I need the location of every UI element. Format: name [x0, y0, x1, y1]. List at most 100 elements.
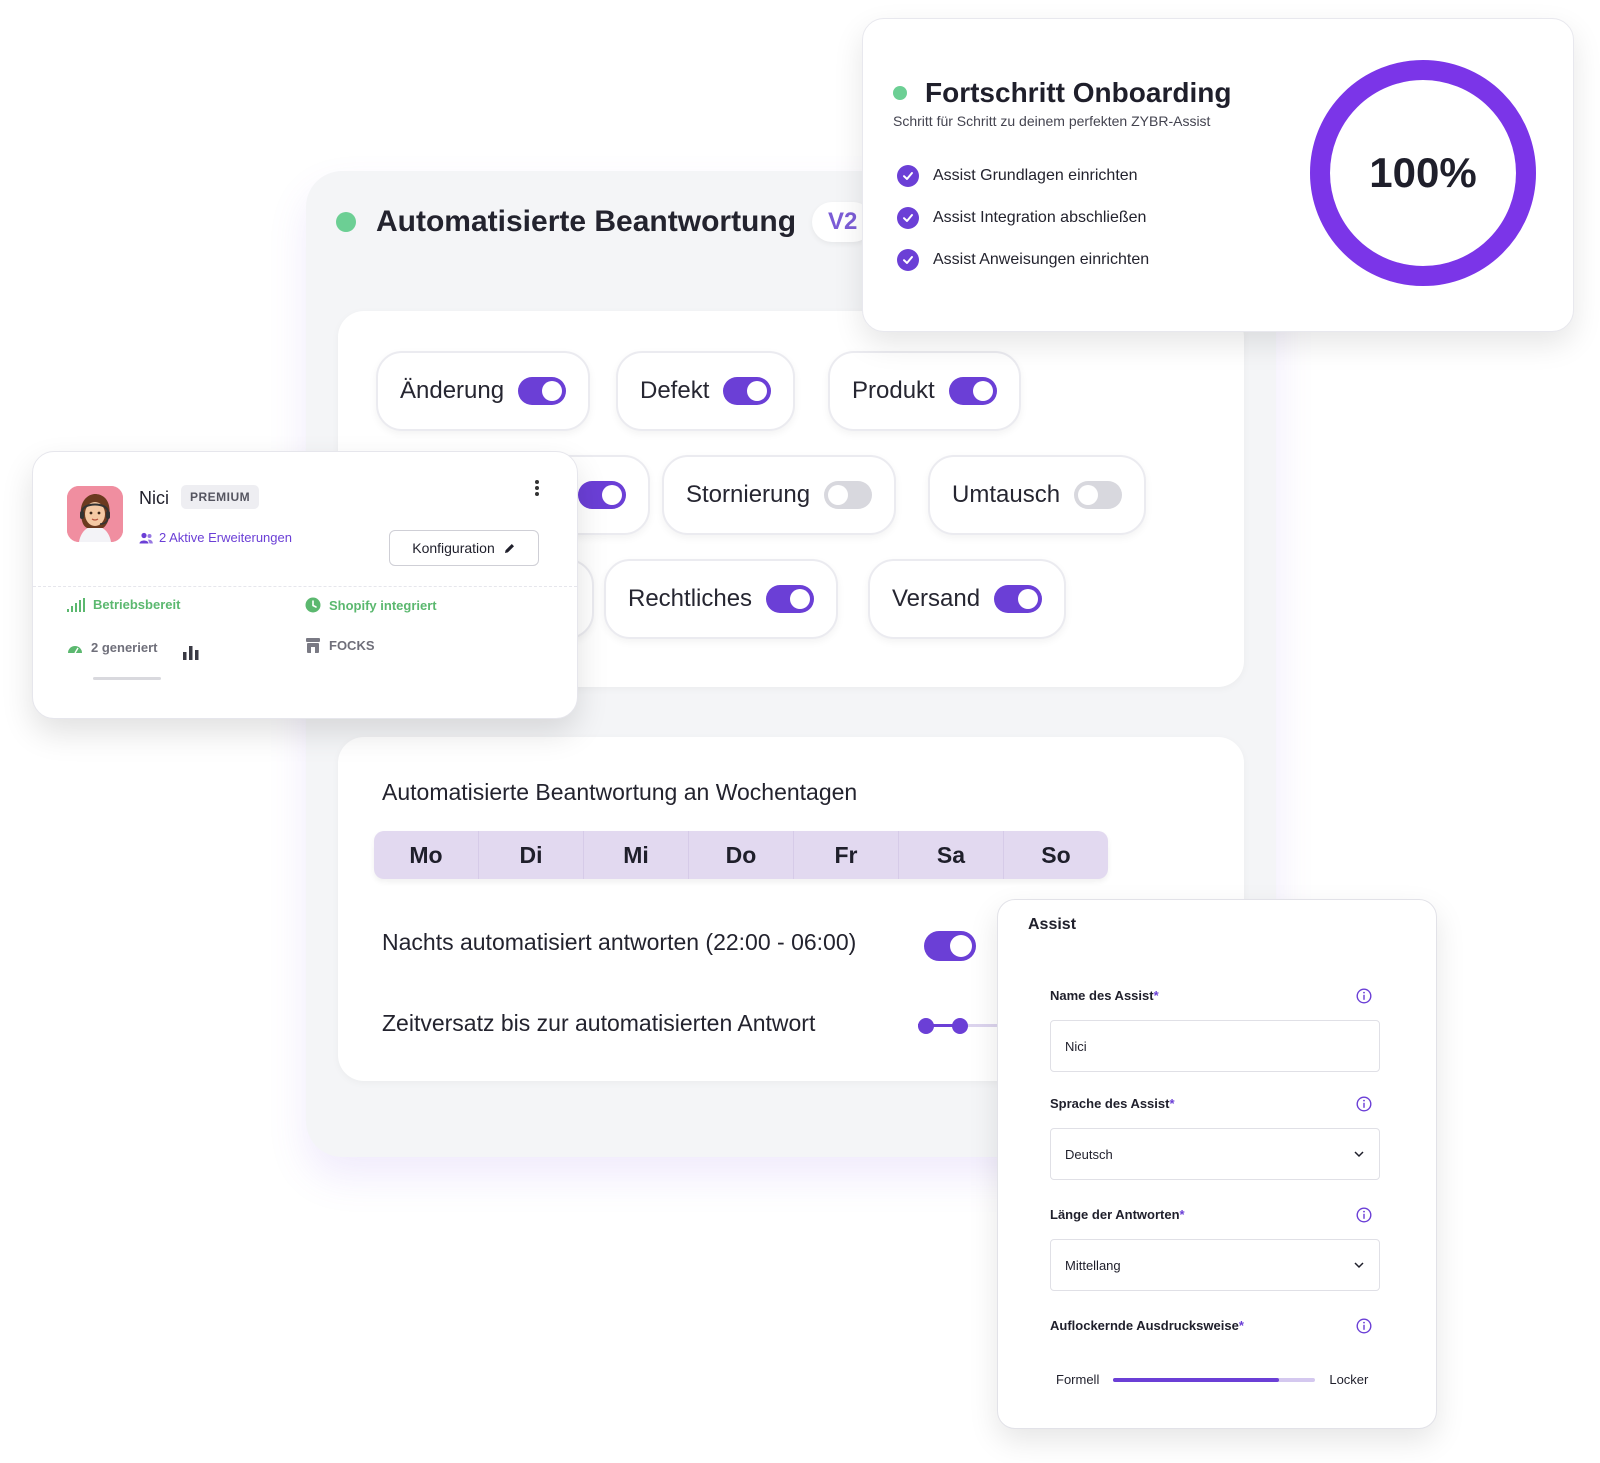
category-toggle-versand[interactable] — [994, 585, 1043, 613]
bar-chart-icon[interactable] — [183, 644, 199, 660]
onboarding-step-label: Assist Anweisungen einrichten — [933, 251, 1150, 268]
onboarding-card: Fortschritt Onboarding Schritt für Schri… — [862, 18, 1574, 332]
store-icon — [306, 638, 320, 653]
delay-slider-start-knob[interactable] — [918, 1018, 934, 1034]
onboarding-header: Fortschritt Onboarding — [893, 77, 1231, 109]
category-label: Umtausch — [952, 481, 1061, 508]
info-icon[interactable] — [1356, 1318, 1372, 1334]
answer-length-value: Mittellang — [1065, 1257, 1121, 1273]
panel-header: Automatisierte Beantwortung V2 — [336, 201, 874, 243]
assistant-name: Nici — [139, 488, 169, 508]
onboarding-step-label: Assist Integration abschließen — [933, 209, 1147, 226]
category-toggle-umtausch[interactable] — [1074, 481, 1123, 509]
more-options-icon[interactable] — [531, 478, 543, 500]
check-circle-icon — [897, 249, 919, 271]
category-label: Änderung — [400, 377, 505, 404]
label-text: Sprache des Assist — [1050, 1096, 1170, 1111]
generated-count: 2 generiert — [67, 640, 157, 655]
assist-name-label: Name des Assist* — [1050, 988, 1159, 1003]
pencil-icon — [504, 543, 514, 553]
category-label: Defekt — [640, 377, 710, 404]
check-circle-icon — [897, 165, 919, 187]
onboarding-subtitle: Schritt für Schritt zu deinem perfekten … — [893, 113, 1211, 129]
day-do[interactable]: Do — [689, 831, 794, 879]
plan-badge: PREMIUM — [181, 485, 260, 509]
required-mark: * — [1169, 1096, 1175, 1111]
day-di[interactable]: Di — [479, 831, 584, 879]
chevron-down-icon — [1354, 1262, 1364, 1269]
night-reply-label: Nachts automatisiert antworten (22:00 - … — [382, 929, 857, 955]
category-chip-produkt: Produkt — [828, 351, 1021, 431]
label-text: Länge der Antworten — [1050, 1207, 1180, 1222]
progress-percent: 100% — [1369, 149, 1477, 196]
required-mark: * — [1238, 1318, 1244, 1333]
answer-length-select[interactable]: Mittellang — [1050, 1239, 1380, 1291]
assist-name-value: Nici — [1065, 1038, 1087, 1054]
category-toggle-rechtliches[interactable] — [766, 585, 815, 613]
assist-name-input[interactable]: Nici — [1050, 1020, 1380, 1072]
status-dot — [893, 86, 907, 100]
panel-title: Automatisierte Beantwortung — [376, 205, 797, 238]
generated-progress-bar — [93, 677, 161, 680]
shop-name-label: FOCKS — [329, 638, 375, 653]
assist-settings-card: Assist Name des Assist* Nici Sprache des… — [997, 899, 1437, 1429]
category-chip-umtausch: Umtausch — [928, 455, 1147, 535]
onboarding-step-label: Assist Grundlagen einrichten — [933, 167, 1138, 184]
weekday-selector: Mo Di Mi Do Fr Sa So — [374, 831, 1108, 879]
answer-length-label: Länge der Antworten* — [1050, 1207, 1185, 1222]
category-chip-aenderung: Änderung — [376, 351, 591, 431]
avatar — [67, 486, 123, 542]
tone-slider-fill — [1113, 1377, 1279, 1382]
day-mi[interactable]: Mi — [584, 831, 689, 879]
category-toggle-aenderung[interactable] — [518, 377, 567, 405]
tone-slider-track[interactable] — [1113, 1377, 1316, 1382]
configuration-button[interactable]: Konfiguration — [389, 530, 539, 566]
status-ready-label: Betriebsbereit — [93, 597, 181, 612]
status-shopify-label: Shopify integriert — [329, 597, 437, 613]
info-icon[interactable] — [1356, 988, 1372, 1004]
delay-slider-end-knob[interactable] — [952, 1018, 968, 1034]
delay-slider[interactable] — [918, 1015, 998, 1037]
tone-slider[interactable]: Formell Locker — [1056, 1372, 1386, 1387]
configuration-label: Konfiguration — [412, 540, 495, 556]
onboarding-step: Assist Grundlagen einrichten — [897, 165, 1138, 187]
extensions-link[interactable]: 2 Aktive Erweiterungen — [139, 530, 292, 545]
category-label: Rechtliches — [628, 585, 753, 612]
category-label: Stornierung — [686, 481, 811, 508]
chevron-down-icon — [1354, 1151, 1364, 1158]
users-icon — [139, 532, 153, 543]
info-icon[interactable] — [1356, 1207, 1372, 1223]
generated-label: 2 generiert — [91, 640, 158, 655]
onboarding-step: Assist Integration abschließen — [897, 207, 1146, 229]
category-toggle-defekt[interactable] — [723, 377, 772, 405]
day-mo[interactable]: Mo — [374, 831, 479, 879]
category-label: Versand — [892, 585, 981, 612]
info-icon[interactable] — [1356, 1096, 1372, 1112]
category-toggle-hidden[interactable] — [578, 481, 626, 509]
day-so[interactable]: So — [1004, 831, 1108, 879]
extensions-label: 2 Aktive Erweiterungen — [159, 530, 292, 545]
clock-check-icon — [305, 597, 321, 613]
onboarding-title: Fortschritt Onboarding — [925, 77, 1232, 108]
assistant-profile-card: Nici PREMIUM 2 Aktive Erweiterungen Konf… — [32, 451, 578, 719]
status-shopify: Shopify integriert — [305, 597, 437, 613]
assist-language-value: Deutsch — [1065, 1146, 1113, 1162]
status-ready: Betriebsbereit — [67, 597, 180, 612]
category-toggle-stornierung[interactable] — [824, 481, 873, 509]
night-reply-toggle[interactable] — [924, 931, 976, 961]
delay-label: Zeitversatz bis zur automatisierten Antw… — [382, 1010, 816, 1036]
category-toggle-produkt[interactable] — [948, 377, 997, 405]
tone-label: Auflockernde Ausdrucksweise* — [1050, 1318, 1244, 1333]
card-divider — [33, 586, 577, 587]
assist-card-title: Assist — [1028, 916, 1077, 933]
category-chip-rechtliches: Rechtliches — [604, 559, 839, 639]
required-mark: * — [1179, 1207, 1185, 1222]
day-fr[interactable]: Fr — [794, 831, 899, 879]
tone-max-label: Locker — [1329, 1372, 1369, 1387]
tone-min-label: Formell — [1056, 1372, 1100, 1387]
status-dot — [336, 212, 356, 232]
schedule-title: Automatisierte Beantwortung an Wochentag… — [382, 779, 858, 805]
assist-language-label: Sprache des Assist* — [1050, 1096, 1175, 1111]
day-sa[interactable]: Sa — [899, 831, 1004, 879]
assist-language-select[interactable]: Deutsch — [1050, 1128, 1380, 1180]
